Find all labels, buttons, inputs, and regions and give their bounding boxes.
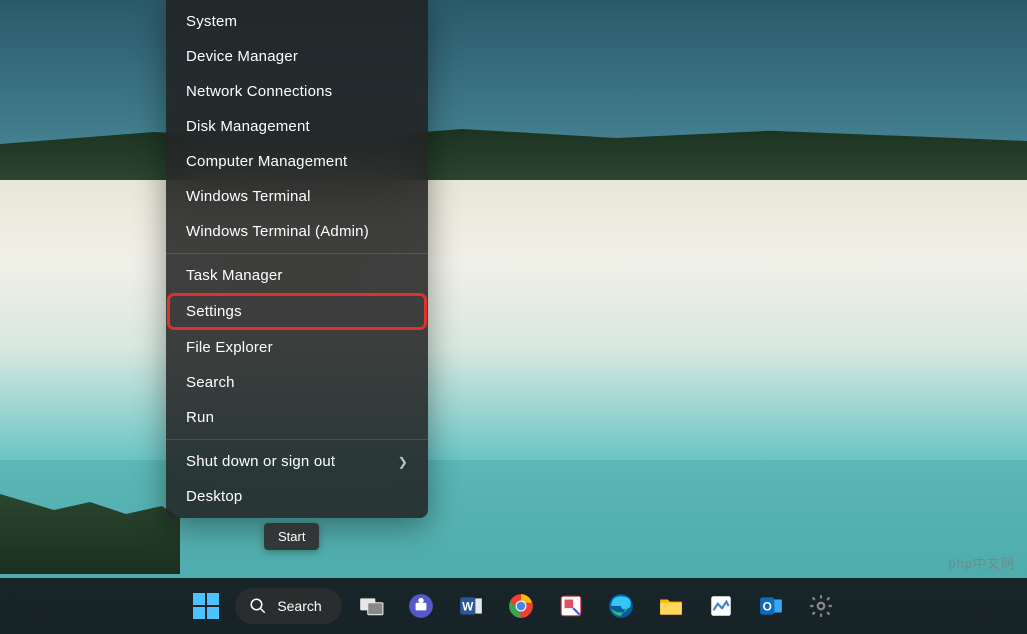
file-explorer-button[interactable]	[650, 585, 692, 627]
settings-button[interactable]	[800, 585, 842, 627]
menu-divider	[166, 439, 428, 440]
word-icon: W	[458, 593, 484, 619]
gear-icon	[808, 593, 834, 619]
wallpaper-decoration	[0, 180, 1027, 460]
watermark: php中文网	[948, 553, 1015, 572]
menu-item-device-manager[interactable]: Device Manager	[166, 39, 428, 74]
chrome-icon	[508, 593, 534, 619]
menu-item-desktop[interactable]: Desktop	[166, 479, 428, 514]
teams-icon	[408, 593, 434, 619]
menu-divider	[166, 253, 428, 254]
menu-item-file-explorer[interactable]: File Explorer	[166, 330, 428, 365]
snipping-tool-icon	[558, 593, 584, 619]
menu-item-network-connections[interactable]: Network Connections	[166, 74, 428, 109]
search-label: Search	[277, 598, 321, 614]
svg-text:W: W	[462, 599, 474, 613]
menu-item-search[interactable]: Search	[166, 365, 428, 400]
edge-button[interactable]	[600, 585, 642, 627]
chevron-right-icon: ❯	[398, 455, 408, 469]
winx-context-menu: System Device Manager Network Connection…	[166, 0, 428, 518]
taskbar: Search W	[0, 578, 1027, 634]
menu-item-task-manager[interactable]: Task Manager	[166, 258, 428, 293]
menu-item-shutdown-signout[interactable]: Shut down or sign out ❯	[166, 444, 428, 479]
start-tooltip: Start	[264, 523, 319, 550]
desktop-wallpaper[interactable]	[0, 0, 1027, 634]
word-button[interactable]: W	[450, 585, 492, 627]
task-view-icon	[358, 593, 384, 619]
search-icon	[249, 597, 267, 615]
chrome-button[interactable]	[500, 585, 542, 627]
outlook-button[interactable]: O	[750, 585, 792, 627]
folder-icon	[658, 593, 684, 619]
menu-item-run[interactable]: Run	[166, 400, 428, 435]
menu-item-windows-terminal-admin[interactable]: Windows Terminal (Admin)	[166, 214, 428, 249]
edge-icon	[608, 593, 634, 619]
menu-item-settings[interactable]: Settings	[168, 294, 426, 329]
menu-item-windows-terminal[interactable]: Windows Terminal	[166, 179, 428, 214]
menu-item-disk-management[interactable]: Disk Management	[166, 109, 428, 144]
task-view-button[interactable]	[350, 585, 392, 627]
windows-logo-icon	[193, 593, 219, 619]
outlook-icon: O	[758, 593, 784, 619]
start-button[interactable]	[185, 585, 227, 627]
menu-item-computer-management[interactable]: Computer Management	[166, 144, 428, 179]
snipping-tool-button[interactable]	[550, 585, 592, 627]
svg-text:O: O	[762, 599, 771, 613]
wallpaper-decoration	[0, 494, 180, 574]
search-button[interactable]: Search	[235, 588, 341, 624]
teams-button[interactable]	[400, 585, 442, 627]
menu-item-system[interactable]: System	[166, 4, 428, 39]
paint-button[interactable]	[700, 585, 742, 627]
paint-icon	[708, 593, 734, 619]
